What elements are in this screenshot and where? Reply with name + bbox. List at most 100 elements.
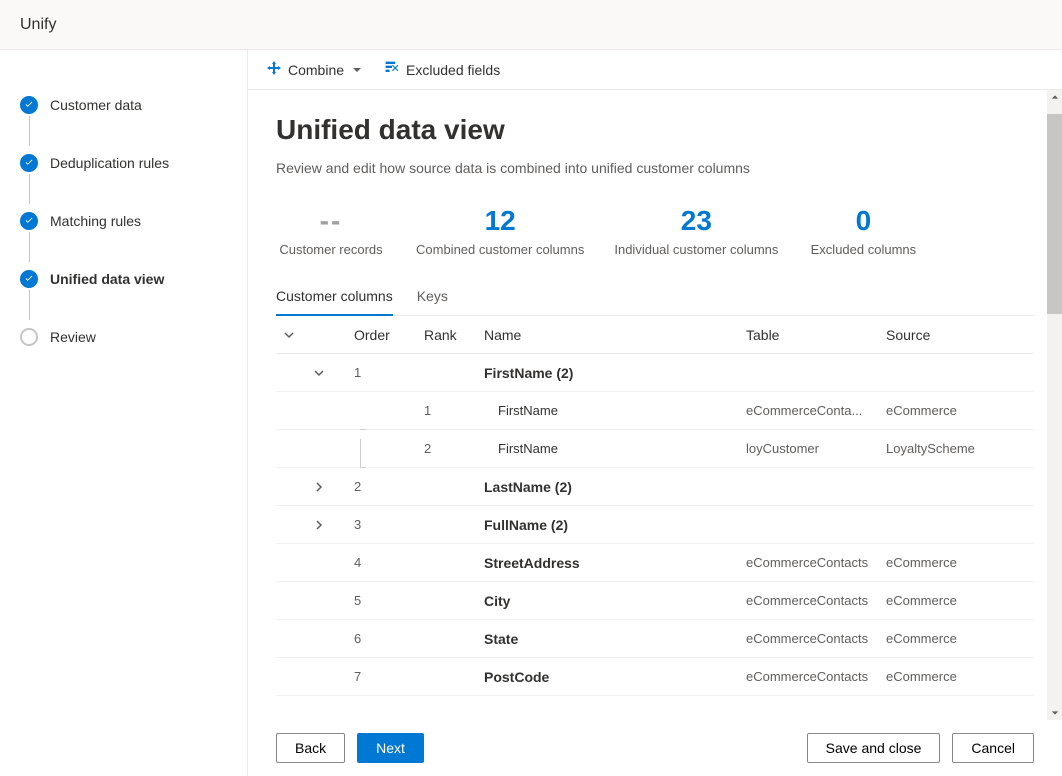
order-cell: 6	[354, 631, 424, 646]
col-order[interactable]: Order	[354, 327, 424, 343]
combine-label: Combine	[288, 62, 344, 78]
table-header: Order Rank Name Table Source	[276, 316, 1034, 354]
step-customer-data[interactable]: Customer data	[20, 90, 231, 120]
header: Unify	[0, 0, 1062, 50]
name-cell: FirstName	[484, 403, 746, 418]
step-label: Review	[50, 329, 96, 345]
check-icon	[20, 212, 38, 230]
name-cell: LastName (2)	[484, 479, 746, 495]
tabs: Customer columns Keys	[276, 278, 1034, 316]
check-icon	[20, 96, 38, 114]
col-table[interactable]: Table	[746, 327, 886, 343]
stat-customer-records: -- Customer records	[276, 204, 386, 258]
source-cell: eCommerce	[886, 669, 1026, 684]
tab-customer-columns[interactable]: Customer columns	[276, 278, 393, 316]
table-cell: eCommerceContacts	[746, 555, 886, 570]
combine-icon	[266, 60, 282, 79]
stat-combined-columns: 12 Combined customer columns	[416, 204, 584, 258]
table-row[interactable]: 3 FullName (2)	[276, 506, 1034, 544]
stat-label: Customer records	[276, 242, 386, 259]
source-cell: eCommerce	[886, 593, 1026, 608]
chevron-right-icon[interactable]	[284, 520, 354, 530]
name-cell: FirstName	[484, 441, 746, 456]
table-row[interactable]: 6 State eCommerceContacts eCommerce	[276, 620, 1034, 658]
check-icon	[20, 154, 38, 172]
chevron-down-icon[interactable]	[284, 368, 354, 378]
table-cell: eCommerceContacts	[746, 669, 886, 684]
name-cell: StreetAddress	[484, 555, 746, 571]
check-icon	[20, 270, 38, 288]
order-cell: 3	[354, 517, 424, 532]
table-row[interactable]: 4 StreetAddress eCommerceContacts eComme…	[276, 544, 1034, 582]
table-row[interactable]: 1 FirstName eCommerceConta... eCommerce	[276, 392, 1034, 430]
excluded-label: Excluded fields	[406, 62, 500, 78]
stat-value: --	[276, 204, 386, 238]
source-cell: eCommerce	[886, 631, 1026, 646]
stat-label: Combined customer columns	[416, 242, 584, 259]
name-cell: City	[484, 593, 746, 609]
step-label: Unified data view	[50, 271, 164, 287]
order-cell: 7	[354, 669, 424, 684]
stat-value: 23	[614, 204, 778, 238]
scroll-down-icon[interactable]	[1047, 706, 1062, 720]
back-button[interactable]: Back	[276, 733, 345, 763]
rank-cell: 2	[424, 441, 484, 456]
source-cell: eCommerce	[886, 555, 1026, 570]
order-cell: 1	[354, 365, 424, 380]
step-deduplication-rules[interactable]: Deduplication rules	[20, 148, 231, 178]
chevron-down-icon[interactable]	[284, 327, 354, 343]
table-cell: eCommerceContacts	[746, 593, 886, 608]
name-cell: State	[484, 631, 746, 647]
footer: Back Next Save and close Cancel	[248, 720, 1062, 776]
toolbar: Combine Excluded fields	[248, 50, 1062, 90]
table-row[interactable]: 7 PostCode eCommerceContacts eCommerce	[276, 658, 1034, 696]
save-button[interactable]: Save and close	[807, 733, 941, 763]
step-label: Deduplication rules	[50, 155, 169, 171]
col-name[interactable]: Name	[484, 327, 746, 343]
chevron-right-icon[interactable]	[284, 482, 354, 492]
table-cell: loyCustomer	[746, 441, 886, 456]
step-matching-rules[interactable]: Matching rules	[20, 206, 231, 236]
order-cell: 5	[354, 593, 424, 608]
combine-button[interactable]: Combine	[264, 56, 364, 83]
table-cell: eCommerceContacts	[746, 631, 886, 646]
chevron-down-icon	[352, 62, 362, 78]
scrollbar-thumb[interactable]	[1047, 114, 1062, 314]
stat-value: 0	[808, 204, 918, 238]
next-button[interactable]: Next	[357, 733, 424, 763]
scroll-up-icon[interactable]	[1047, 90, 1062, 104]
step-label: Matching rules	[50, 213, 141, 229]
page-title: Unified data view	[276, 114, 1034, 146]
name-cell: FirstName (2)	[484, 365, 746, 381]
stat-value: 12	[416, 204, 584, 238]
app-title: Unify	[20, 16, 56, 34]
order-cell: 4	[354, 555, 424, 570]
step-label: Customer data	[50, 97, 142, 113]
stat-individual-columns: 23 Individual customer columns	[614, 204, 778, 258]
col-source[interactable]: Source	[886, 327, 1026, 343]
stats: -- Customer records 12 Combined customer…	[276, 204, 1034, 258]
step-review[interactable]: Review	[20, 322, 231, 352]
cancel-button[interactable]: Cancel	[952, 733, 1034, 763]
tab-keys[interactable]: Keys	[417, 278, 448, 316]
table-row[interactable]: 2 FirstName loyCustomer LoyaltyScheme	[276, 430, 1034, 468]
source-cell: LoyaltyScheme	[886, 441, 1026, 456]
rank-cell: 1	[424, 403, 484, 418]
table-row[interactable]: 1 FirstName (2)	[276, 354, 1034, 392]
columns-table: Order Rank Name Table Source 1 FirstName…	[276, 316, 1034, 696]
content-area: Unified data view Review and edit how so…	[248, 90, 1062, 776]
order-cell: 2	[354, 479, 424, 494]
page-subtitle: Review and edit how source data is combi…	[276, 160, 1034, 176]
table-cell: eCommerceConta...	[746, 403, 886, 418]
excluded-fields-button[interactable]: Excluded fields	[382, 56, 502, 83]
stat-label: Individual customer columns	[614, 242, 778, 259]
scrollbar[interactable]	[1047, 90, 1062, 720]
stat-label: Excluded columns	[808, 242, 918, 259]
step-unified-data-view[interactable]: Unified data view	[20, 264, 231, 294]
main: Combine Excluded fields Unified data vie…	[248, 50, 1062, 776]
col-rank[interactable]: Rank	[424, 327, 484, 343]
name-cell: FullName (2)	[484, 517, 746, 533]
sidebar: Customer data Deduplication rules Matchi…	[0, 50, 248, 776]
table-row[interactable]: 2 LastName (2)	[276, 468, 1034, 506]
table-row[interactable]: 5 City eCommerceContacts eCommerce	[276, 582, 1034, 620]
